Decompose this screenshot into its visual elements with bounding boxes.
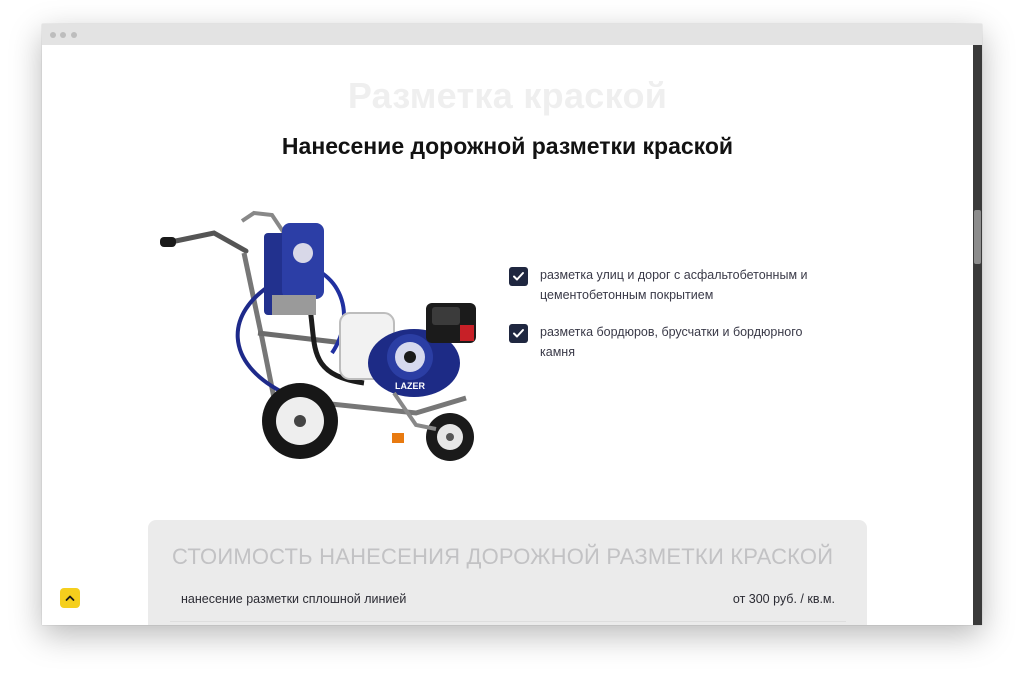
vertical-scrollbar[interactable]: [973, 45, 982, 625]
window-control-dot[interactable]: [71, 32, 77, 38]
price-service-name: нанесение разметки сплошной линией: [181, 592, 407, 606]
check-icon: [509, 324, 528, 343]
window-control-dot[interactable]: [50, 32, 56, 38]
feature-item: разметка улиц и дорог с асфальтобетонным…: [508, 265, 828, 305]
feature-item: разметка бордюров, брусчатки и бордюрног…: [508, 322, 828, 362]
line-striper-machine-image: LAZER: [154, 193, 484, 483]
section-ghost-title: Разметка краской: [347, 75, 668, 116]
price-divider: [170, 621, 846, 622]
window-titlebar: [42, 24, 982, 45]
price-row: нанесение разметки сплошной линией от 30…: [181, 592, 835, 612]
price-value: от 300 руб. / кв.м.: [732, 592, 835, 606]
machine-logo-text: LAZER: [395, 381, 425, 391]
page-viewport: Разметка краской Нанесение дорожной разм…: [42, 45, 973, 625]
scroll-to-top-button[interactable]: [60, 588, 80, 608]
pricing-panel: СТОИМОСТЬ НАНЕСЕНИЯ ДОРОЖНОЙ РАЗМЕТКИ КР…: [148, 520, 867, 625]
browser-window: Разметка краской Нанесение дорожной разм…: [42, 24, 982, 625]
pricing-title: СТОИМОСТЬ НАНЕСЕНИЯ ДОРОЖНОЙ РАЗМЕТКИ КР…: [172, 544, 834, 569]
feature-list: разметка улиц и дорог с асфальтобетонным…: [508, 265, 828, 379]
feature-text: разметка бордюров, брусчатки и бордюрног…: [540, 325, 803, 359]
feature-text: разметка улиц и дорог с асфальтобетонным…: [540, 268, 808, 302]
chevron-up-icon: [65, 595, 75, 601]
page-title: Нанесение дорожной разметки краской: [281, 133, 734, 159]
window-control-dot[interactable]: [60, 32, 66, 38]
scrollbar-thumb[interactable]: [974, 210, 981, 264]
check-icon: [509, 267, 528, 286]
